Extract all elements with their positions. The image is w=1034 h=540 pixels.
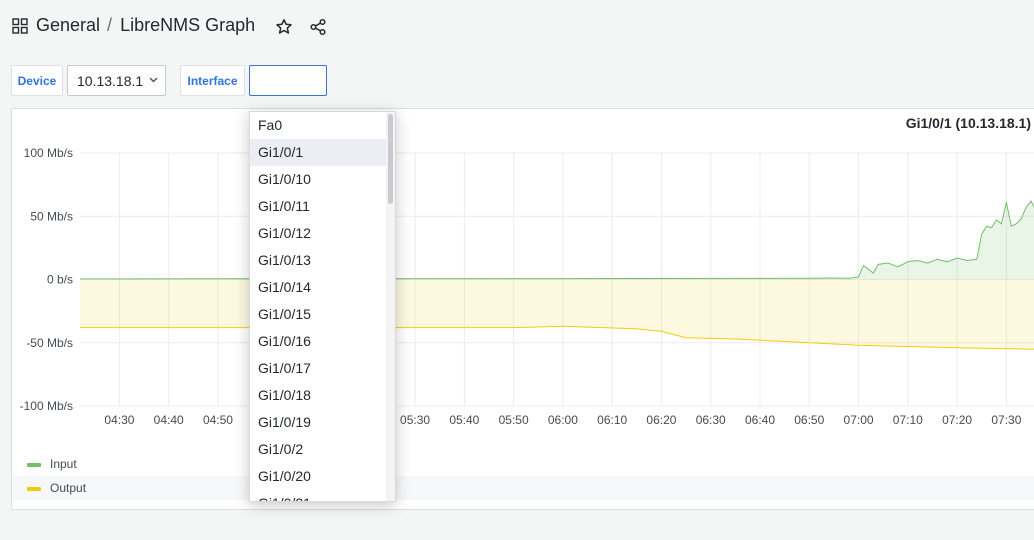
- interface-option[interactable]: Gi1/0/15: [250, 301, 395, 328]
- interface-option[interactable]: Gi1/0/18: [250, 382, 395, 409]
- series-area-output: [80, 279, 1034, 350]
- x-tick-label: 07:30: [991, 413, 1021, 427]
- interface-dropdown[interactable]: Fa0 Gi1/0/1 Gi1/0/10 Gi1/0/11 Gi1/0/12 Gi1/0/…: [249, 111, 396, 502]
- y-tick-label: -50 Mb/s: [26, 336, 73, 350]
- legend-input-swatch: [27, 463, 41, 467]
- interface-option[interactable]: Gi1/0/21: [250, 490, 395, 501]
- x-tick-label: 04:30: [104, 413, 134, 427]
- interface-option[interactable]: Gi1/0/13: [250, 247, 395, 274]
- dropdown-scrollbar-thumb[interactable]: [388, 114, 393, 204]
- interface-option[interactable]: Gi1/0/16: [250, 328, 395, 355]
- legend-input-label[interactable]: Input: [50, 457, 77, 471]
- legend-output-swatch: [27, 487, 41, 491]
- series-area-input: [80, 201, 1034, 280]
- x-tick-label: 06:10: [597, 413, 627, 427]
- x-tick-label: 07:20: [942, 413, 972, 427]
- legend-row-highlight: [12, 476, 1034, 500]
- x-tick-label: 04:50: [203, 413, 233, 427]
- x-tick-label: 06:20: [646, 413, 676, 427]
- y-tick-label: 50 Mb/s: [30, 209, 73, 223]
- interface-option[interactable]: Gi1/0/19: [250, 409, 395, 436]
- dropdown-scrollbar[interactable]: [386, 112, 395, 501]
- interface-option[interactable]: Gi1/0/17: [250, 355, 395, 382]
- x-tick-label: 05:40: [449, 413, 479, 427]
- interface-option[interactable]: Gi1/0/11: [250, 193, 395, 220]
- legend-output-label[interactable]: Output: [50, 481, 86, 495]
- x-tick-label: 06:30: [696, 413, 726, 427]
- interface-option[interactable]: Gi1/0/2: [250, 436, 395, 463]
- x-tick-label: 06:50: [794, 413, 824, 427]
- interface-option-list: Fa0 Gi1/0/1 Gi1/0/10 Gi1/0/11 Gi1/0/12 Gi1/0/…: [250, 112, 395, 501]
- x-tick-label: 07:00: [844, 413, 874, 427]
- interface-option[interactable]: Gi1/0/20: [250, 463, 395, 490]
- y-tick-label: 100 Mb/s: [24, 146, 73, 160]
- y-tick-label: -100 Mb/s: [20, 399, 73, 413]
- interface-option[interactable]: Gi1/0/1: [250, 139, 395, 166]
- x-tick-label: 05:50: [499, 413, 529, 427]
- x-tick-label: 07:10: [893, 413, 923, 427]
- y-tick-label: 0 b/s: [47, 273, 73, 287]
- x-tick-label: 04:40: [154, 413, 184, 427]
- interface-option[interactable]: Gi1/0/12: [250, 220, 395, 247]
- traffic-chart: 100 Mb/s 50 Mb/s 0 b/s -50 Mb/s -100 Mb/s 04:…: [20, 146, 1034, 427]
- interface-option[interactable]: Gi1/0/10: [250, 166, 395, 193]
- interface-option[interactable]: Gi1/0/14: [250, 274, 395, 301]
- x-tick-label: 06:40: [745, 413, 775, 427]
- x-tick-label: 05:30: [400, 413, 430, 427]
- x-tick-label: 06:00: [548, 413, 578, 427]
- interface-option[interactable]: Fa0: [250, 112, 395, 139]
